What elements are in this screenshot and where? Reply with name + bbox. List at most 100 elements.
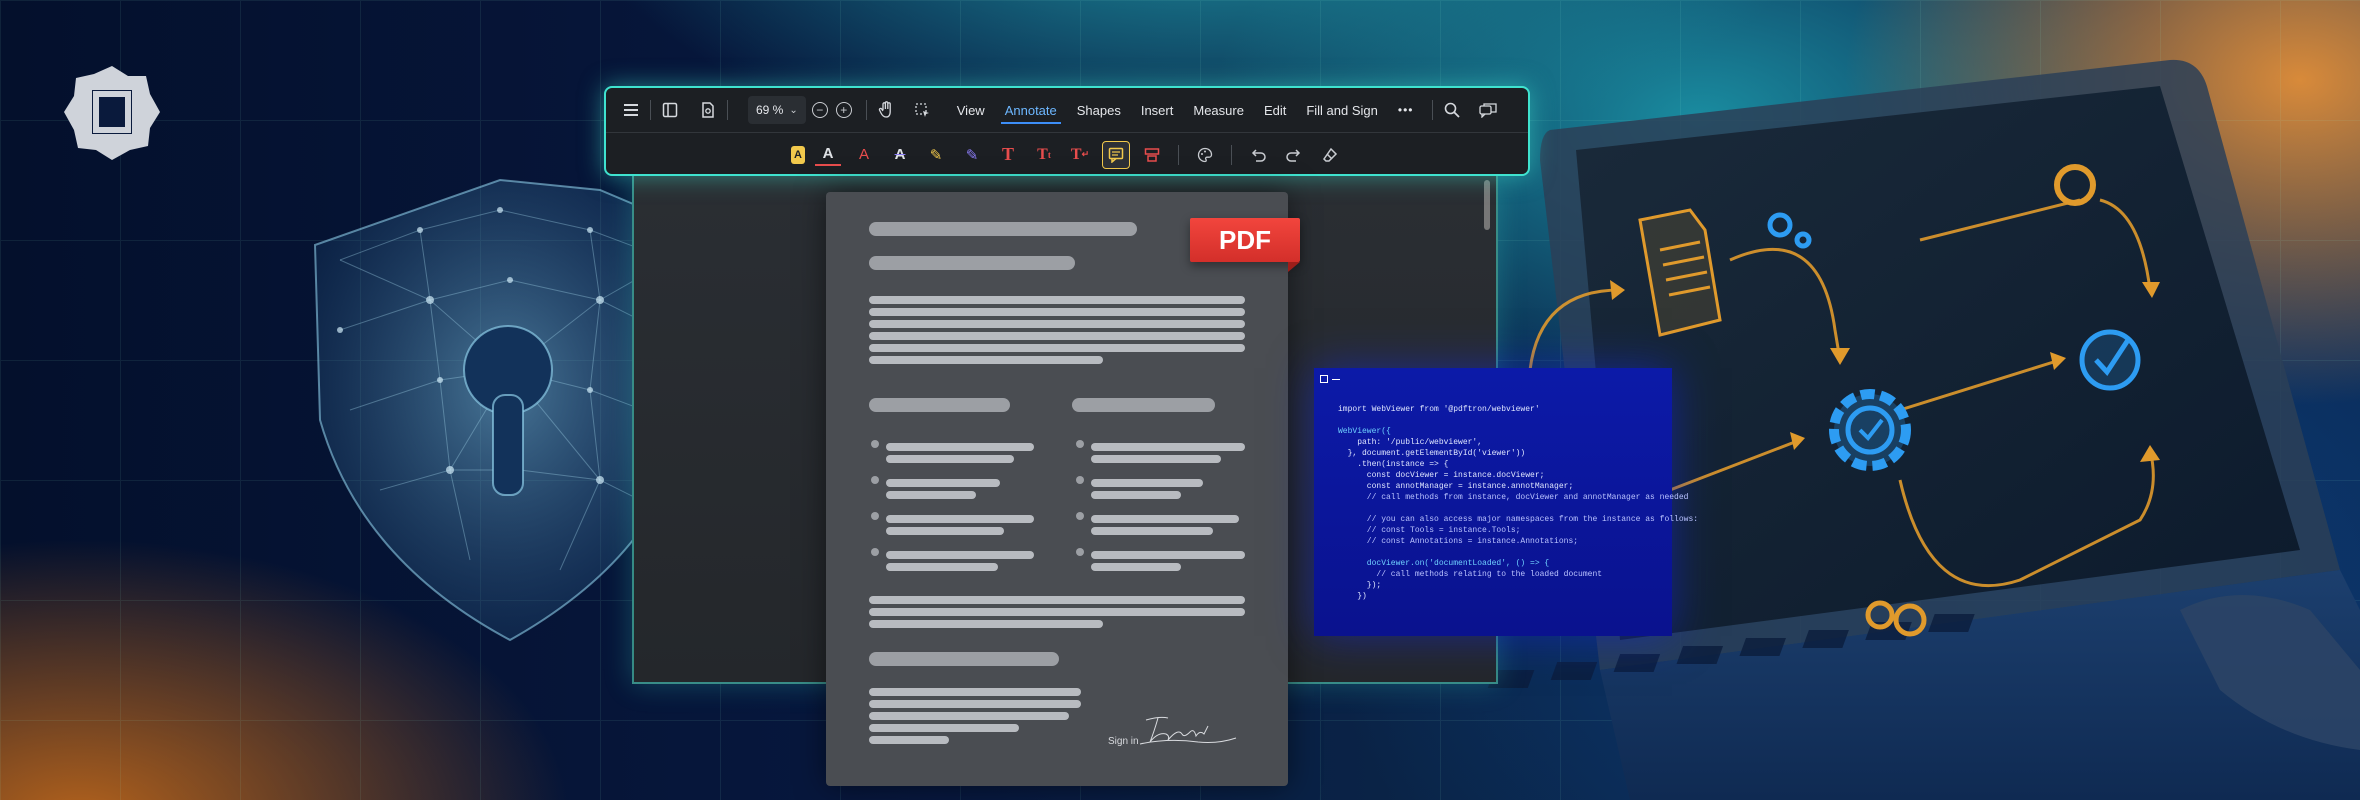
window-minimize-icon bbox=[1332, 378, 1340, 380]
tab-view[interactable]: View bbox=[947, 88, 995, 132]
zoom-value[interactable]: 69 % bbox=[756, 103, 783, 117]
placeholder-line bbox=[869, 398, 1010, 412]
view-controls-icon[interactable] bbox=[697, 99, 719, 121]
code-snippet: import WebViewer from '@pdftron/webviewe… bbox=[1314, 386, 1698, 602]
code-line: const docViewer = instance.docViewer; bbox=[1338, 471, 1545, 480]
code-line: }); bbox=[1338, 581, 1382, 590]
sticky-note-tool-icon[interactable] bbox=[1102, 140, 1130, 169]
text-redaction-tool-icon[interactable] bbox=[1139, 142, 1165, 168]
annotation-tools-row: A A A A ✎ ✎ T Tt T ↵ bbox=[606, 133, 1528, 176]
code-line: .then(instance => { bbox=[1338, 460, 1449, 469]
toolbar-header: 69 % ⌄ − + View Annotate Shapes Insert M… bbox=[606, 88, 1528, 133]
viewer-toolbar: 69 % ⌄ − + View Annotate Shapes Insert M… bbox=[604, 86, 1530, 176]
code-panel: import WebViewer from '@pdftron/webviewe… bbox=[1314, 368, 1698, 636]
placeholder-line bbox=[869, 356, 1103, 364]
placeholder-line bbox=[1091, 551, 1245, 559]
freehand-tool-icon[interactable]: ✎ bbox=[923, 142, 949, 168]
placeholder-line bbox=[869, 688, 1081, 696]
pdf-badge-fold bbox=[1288, 262, 1300, 272]
text-underline-tool-icon[interactable]: A bbox=[815, 144, 841, 166]
text-strikeout-tool-icon[interactable]: A bbox=[887, 142, 913, 168]
zoom-out-icon[interactable]: − bbox=[811, 102, 828, 118]
placeholder-line bbox=[1091, 455, 1221, 463]
redo-icon[interactable] bbox=[1281, 142, 1307, 168]
bullet bbox=[871, 548, 879, 556]
code-line: // const Tools = instance.Tools; bbox=[1338, 526, 1521, 535]
check-circle-icon bbox=[2079, 329, 2141, 391]
gear-icon bbox=[1767, 212, 1812, 249]
placeholder-line bbox=[869, 608, 1245, 616]
pdf-badge: PDF bbox=[1190, 218, 1300, 262]
freehand-highlight-tool-icon[interactable]: ✎ bbox=[959, 142, 985, 168]
tab-insert[interactable]: Insert bbox=[1131, 88, 1184, 132]
placeholder-line bbox=[886, 479, 1000, 487]
zoom-control[interactable]: 69 % ⌄ bbox=[748, 96, 806, 124]
code-line: docViewer.on('documentLoaded', () => { bbox=[1338, 559, 1550, 568]
placeholder-line bbox=[886, 515, 1034, 523]
placeholder-line bbox=[869, 222, 1137, 236]
tab-fill-and-sign[interactable]: Fill and Sign bbox=[1296, 88, 1388, 132]
divider bbox=[1178, 144, 1179, 165]
left-panel-icon[interactable] bbox=[659, 99, 681, 121]
bullet bbox=[871, 512, 879, 520]
bullet bbox=[1076, 440, 1084, 448]
undo-icon[interactable] bbox=[1245, 142, 1271, 168]
divider bbox=[727, 100, 728, 120]
style-palette-icon[interactable] bbox=[1192, 142, 1218, 168]
text-highlight-tool-icon[interactable]: A bbox=[791, 145, 805, 164]
sign-in-label: Sign in bbox=[1108, 736, 1139, 747]
bullet bbox=[1076, 548, 1084, 556]
placeholder-line bbox=[1091, 563, 1181, 571]
code-line: import WebViewer from '@pdftron/webviewe… bbox=[1338, 405, 1540, 414]
tab-edit[interactable]: Edit bbox=[1254, 88, 1296, 132]
scrollbar[interactable] bbox=[1484, 180, 1490, 230]
tab-measure[interactable]: Measure bbox=[1183, 88, 1254, 132]
placeholder-line bbox=[886, 455, 1014, 463]
code-panel-header bbox=[1314, 368, 1672, 386]
placeholder-line bbox=[1091, 491, 1181, 499]
search-icon[interactable] bbox=[1441, 99, 1463, 121]
more-tabs-button[interactable]: ••• bbox=[1388, 88, 1424, 132]
text-replace-tool-icon[interactable]: T ↵ bbox=[1067, 142, 1093, 168]
zoom-in-icon[interactable]: + bbox=[835, 102, 852, 118]
placeholder-line bbox=[1091, 515, 1239, 523]
placeholder-line bbox=[869, 320, 1245, 328]
gear-icon bbox=[1865, 600, 1927, 637]
divider bbox=[1431, 100, 1433, 120]
text-squiggly-tool-icon[interactable]: A bbox=[851, 142, 877, 168]
bullet bbox=[1076, 476, 1084, 484]
comments-panel-icon[interactable] bbox=[1477, 99, 1499, 121]
code-line: const annotManager = instance.annotManag… bbox=[1338, 482, 1574, 491]
placeholder-line bbox=[869, 736, 949, 744]
eraser-icon[interactable] bbox=[1317, 142, 1343, 168]
signature-icon bbox=[1139, 716, 1237, 745]
placeholder-line bbox=[869, 256, 1075, 270]
tab-annotate[interactable]: Annotate bbox=[995, 88, 1067, 132]
code-line: // call methods from instance, docViewer… bbox=[1338, 493, 1689, 502]
menu-icon[interactable] bbox=[620, 99, 642, 121]
document-icon bbox=[1638, 208, 1722, 337]
placeholder-line bbox=[886, 443, 1034, 451]
chevron-down-icon[interactable]: ⌄ bbox=[789, 105, 797, 116]
code-line: // you can also access major namespaces … bbox=[1338, 515, 1699, 524]
code-line: // call methods relating to the loaded d… bbox=[1338, 570, 1603, 579]
marquee-select-icon[interactable] bbox=[911, 99, 933, 121]
bullet bbox=[871, 476, 879, 484]
gear-check-icon bbox=[1829, 389, 1911, 471]
callout-tool-icon[interactable]: Tt bbox=[1031, 142, 1057, 168]
placeholder-line bbox=[869, 332, 1245, 340]
bullet bbox=[1076, 512, 1084, 520]
divider bbox=[865, 100, 867, 120]
brand-logo-icon bbox=[64, 66, 160, 160]
free-text-tool-icon[interactable]: T bbox=[995, 142, 1021, 168]
pan-hand-icon[interactable] bbox=[875, 99, 897, 121]
placeholder-line bbox=[869, 308, 1245, 316]
placeholder-line bbox=[886, 491, 976, 499]
placeholder-line bbox=[886, 563, 998, 571]
placeholder-line bbox=[869, 700, 1081, 708]
placeholder-line bbox=[1072, 398, 1215, 412]
tab-shapes[interactable]: Shapes bbox=[1067, 88, 1131, 132]
document-page[interactable] bbox=[826, 192, 1288, 786]
placeholder-line bbox=[869, 652, 1059, 666]
gear-icon bbox=[2054, 164, 2096, 206]
